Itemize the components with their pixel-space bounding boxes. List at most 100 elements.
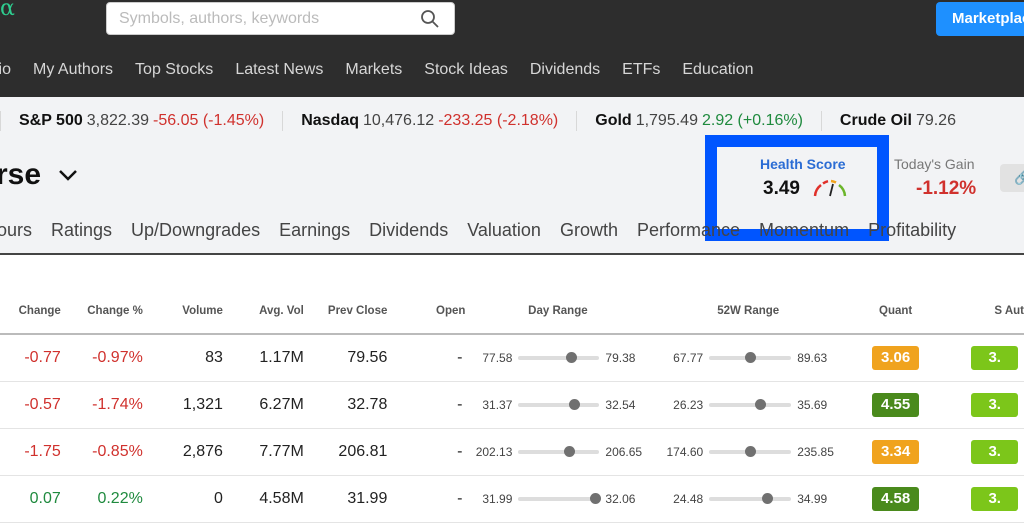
marketplace-button[interactable]: Marketplace xyxy=(936,2,1024,36)
tab-profitability[interactable]: Profitability xyxy=(868,220,956,241)
column-header[interactable]: Volume xyxy=(142,288,223,335)
avg-vol-cell: 7.77M xyxy=(222,428,304,476)
column-header[interactable]: Change % xyxy=(60,288,143,335)
ticker-price: 1,795.49 xyxy=(635,112,698,129)
table-row[interactable]: -1.75 -0.85% 2,876 7.77M 206.81 - 202.13… xyxy=(0,428,1024,476)
column-header[interactable]: 52W Range xyxy=(650,288,847,335)
sa-author-rating-badge[interactable]: 3. xyxy=(971,486,1019,511)
tab-dividends[interactable]: Dividends xyxy=(369,220,448,241)
ticker-change: -233.25 (-2.18%) xyxy=(438,112,559,129)
nav-etfs[interactable]: ETFs xyxy=(622,61,660,83)
column-header[interactable]: Open xyxy=(387,288,466,335)
tab-growth[interactable]: Growth xyxy=(560,220,618,241)
52w-low: 174.60 xyxy=(666,444,704,459)
search-input[interactable] xyxy=(119,9,409,29)
ticker-item[interactable]: Gold 1,795.49 2.92 (+0.16%) xyxy=(577,112,821,130)
ticker-name: S&P 500 xyxy=(19,112,83,129)
52w-range-bar xyxy=(709,351,792,363)
quant-rating-badge[interactable]: 3.34 xyxy=(872,439,920,464)
nav-latest-news[interactable]: Latest News xyxy=(235,61,323,83)
day-range-bar xyxy=(518,445,600,457)
ticker-item[interactable]: S&P 500 3,822.39 -56.05 (-1.45%) xyxy=(1,112,282,130)
prev-close-cell: 31.99 xyxy=(303,475,388,523)
volume-cell: 1,321 xyxy=(142,381,223,429)
nav-markets[interactable]: Markets xyxy=(345,61,402,83)
column-header[interactable]: Avg. Vol xyxy=(222,288,304,335)
search-box[interactable] xyxy=(106,2,455,35)
column-header[interactable]: Change xyxy=(0,288,61,335)
ticker-item[interactable]: Crude Oil 79.26 xyxy=(822,112,978,130)
column-header[interactable]: Quant xyxy=(846,288,946,335)
change-pct-cell: -0.85% xyxy=(60,428,143,476)
tab-momentum[interactable]: Momentum xyxy=(759,220,849,241)
table-row[interactable]: -0.57 -1.74% 1,321 6.27M 32.78 - 31.37 32… xyxy=(0,381,1024,429)
table-row[interactable]: 0.07 0.22% 0 4.58M 31.99 - 31.99 32.06 24… xyxy=(0,475,1024,523)
ticker-price: 3,822.39 xyxy=(86,112,150,129)
logo[interactable]: α xyxy=(0,0,15,21)
change-pct-cell: -0.97% xyxy=(60,334,143,382)
nav-portfolio[interactable]: lio xyxy=(0,61,11,83)
day-low: 77.58 xyxy=(482,350,513,365)
change-pct-cell: -1.74% xyxy=(60,381,143,429)
nav-education[interactable]: Education xyxy=(682,61,753,83)
quant-rating-badge[interactable]: 3.06 xyxy=(872,345,920,370)
open-cell: - xyxy=(387,475,466,523)
day-low: 202.13 xyxy=(475,444,513,459)
search-icon[interactable] xyxy=(420,9,440,29)
sa-author-rating-badge[interactable]: 3. xyxy=(971,439,1019,464)
day-range-bar xyxy=(518,398,600,410)
day-range-marker xyxy=(569,398,581,410)
nav-stock-ideas[interactable]: Stock Ideas xyxy=(424,61,508,83)
tab-earnings[interactable]: Earnings xyxy=(279,220,350,241)
change-cell: -1.75 xyxy=(0,428,61,476)
52w-low: 67.77 xyxy=(673,350,704,365)
nav-dividends[interactable]: Dividends xyxy=(530,61,600,83)
holdings-table: Change Change % Volume Avg. Vol Prev Close Op… xyxy=(0,288,1024,523)
volume-cell: 2,876 xyxy=(142,428,223,476)
open-cell: - xyxy=(387,428,466,476)
tab-hours[interactable]: ours xyxy=(0,220,32,241)
quant-rating-badge[interactable]: 4.58 xyxy=(872,486,920,511)
tab-up-downgrades[interactable]: Up/Downgrades xyxy=(131,220,260,241)
prev-close-cell: 32.78 xyxy=(303,381,388,429)
column-header[interactable]: Prev Close xyxy=(303,288,388,335)
tab-valuation[interactable]: Valuation xyxy=(467,220,541,241)
day-high: 206.65 xyxy=(605,444,643,459)
ticker-name: Nasdaq xyxy=(301,112,359,129)
nav-my-authors[interactable]: My Authors xyxy=(33,61,113,83)
sa-author-rating-badge[interactable]: 3. xyxy=(971,392,1019,417)
tab-ratings[interactable]: Ratings xyxy=(51,220,112,241)
portfolio-title[interactable]: rse xyxy=(0,158,41,192)
52w-high: 89.63 xyxy=(797,350,828,365)
ticker-name: Gold xyxy=(595,112,632,129)
day-low: 31.99 xyxy=(482,491,513,506)
ticker-price: 10,476.12 xyxy=(363,112,435,129)
ticker-name: Crude Oil xyxy=(839,112,912,129)
52w-high: 235.85 xyxy=(797,444,834,459)
main-nav: lio My Authors Top Stocks Latest News Ma… xyxy=(0,61,754,83)
volume-cell: 83 xyxy=(142,334,223,382)
column-header[interactable]: Day Range xyxy=(465,288,651,335)
sa-author-rating-badge[interactable]: 3. xyxy=(971,345,1019,370)
health-score-label[interactable]: Health Score xyxy=(760,156,846,172)
chevron-down-icon[interactable] xyxy=(58,168,78,182)
52w-range-marker xyxy=(745,445,757,457)
table-row[interactable]: -0.77 -0.97% 83 1.17M 79.56 - 77.58 79.38… xyxy=(0,334,1024,382)
tab-performance[interactable]: Performance xyxy=(637,220,740,241)
day-low: 31.37 xyxy=(482,397,513,412)
52w-range-bar xyxy=(709,398,792,410)
day-range-bar xyxy=(518,351,600,363)
quant-rating-badge[interactable]: 4.55 xyxy=(872,392,920,417)
open-cell: - xyxy=(387,334,466,382)
column-header[interactable]: S Aut xyxy=(945,288,1024,335)
ticker-change: -56.05 (-1.45%) xyxy=(153,112,265,129)
day-range-marker xyxy=(563,445,575,457)
ticker-price: 79.26 xyxy=(915,112,956,129)
link-button[interactable]: 🔗 xyxy=(1000,164,1024,192)
52w-range-marker xyxy=(762,492,774,504)
nav-top-stocks[interactable]: Top Stocks xyxy=(135,61,213,83)
day-high: 32.06 xyxy=(605,491,636,506)
prev-close-cell: 79.56 xyxy=(303,334,388,382)
change-cell: -0.57 xyxy=(0,381,61,429)
ticker-item[interactable]: Nasdaq 10,476.12 -233.25 (-2.18%) xyxy=(283,112,576,130)
